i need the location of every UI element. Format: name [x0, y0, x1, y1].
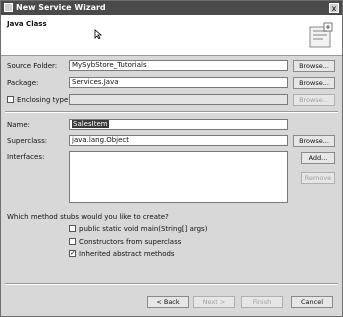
main-method-checkbox[interactable]	[69, 225, 76, 232]
java-class-wizard-icon	[309, 22, 333, 48]
mouse-cursor-icon	[94, 29, 103, 39]
constructors-label: Constructors from superclass	[79, 238, 182, 246]
close-icon[interactable]: x	[329, 3, 339, 13]
back-button[interactable]: < Back	[147, 296, 189, 308]
separator	[5, 111, 338, 113]
remove-interface-button: Remove	[301, 172, 335, 184]
finish-button: Finish	[241, 296, 283, 308]
wizard-banner: Java Class	[1, 15, 342, 56]
method-stubs-question: Which method stubs would you like to cre…	[7, 213, 169, 221]
source-folder-browse-button[interactable]: Browse...	[293, 60, 335, 72]
source-folder-label: Source Folder:	[7, 62, 58, 70]
wizard-window: New Service Wizard x Java Class Source F…	[0, 0, 343, 317]
next-button: Next >	[193, 296, 235, 308]
package-browse-button[interactable]: Browse...	[293, 77, 335, 89]
name-value-selected: SalesItem	[72, 120, 109, 128]
enclosing-type-input	[69, 94, 288, 105]
inherited-abstract-label: Inherited abstract methods	[79, 250, 175, 258]
name-label: Name:	[7, 121, 31, 129]
superclass-label: Superclass:	[7, 137, 48, 145]
constructors-checkbox[interactable]	[69, 238, 76, 245]
superclass-browse-button[interactable]: Browse...	[293, 135, 335, 147]
package-input[interactable]: Services.Java	[69, 77, 288, 88]
package-label: Package:	[7, 79, 39, 87]
source-folder-input[interactable]: MySybStore_Tutorials	[69, 60, 288, 71]
cancel-button[interactable]: Cancel	[291, 296, 333, 308]
title-bar[interactable]: New Service Wizard x	[1, 1, 342, 15]
superclass-input[interactable]: java.lang.Object	[69, 135, 288, 146]
main-method-label: public static void main(String[] args)	[79, 225, 208, 233]
enclosing-type-label: Enclosing type:	[17, 96, 71, 104]
window-title: New Service Wizard	[16, 3, 106, 12]
enclosing-type-browse-button: Browse...	[293, 94, 335, 106]
enclosing-type-checkbox[interactable]	[7, 96, 14, 103]
app-icon	[4, 3, 13, 12]
inherited-abstract-checkbox[interactable]: ✓	[69, 250, 76, 257]
interfaces-label: Interfaces:	[7, 153, 45, 161]
interfaces-list[interactable]	[69, 151, 288, 203]
page-title: Java Class	[7, 20, 47, 28]
add-interface-button[interactable]: Add...	[301, 152, 335, 164]
name-input[interactable]: SalesItem	[69, 119, 288, 130]
footer-separator	[5, 283, 338, 285]
